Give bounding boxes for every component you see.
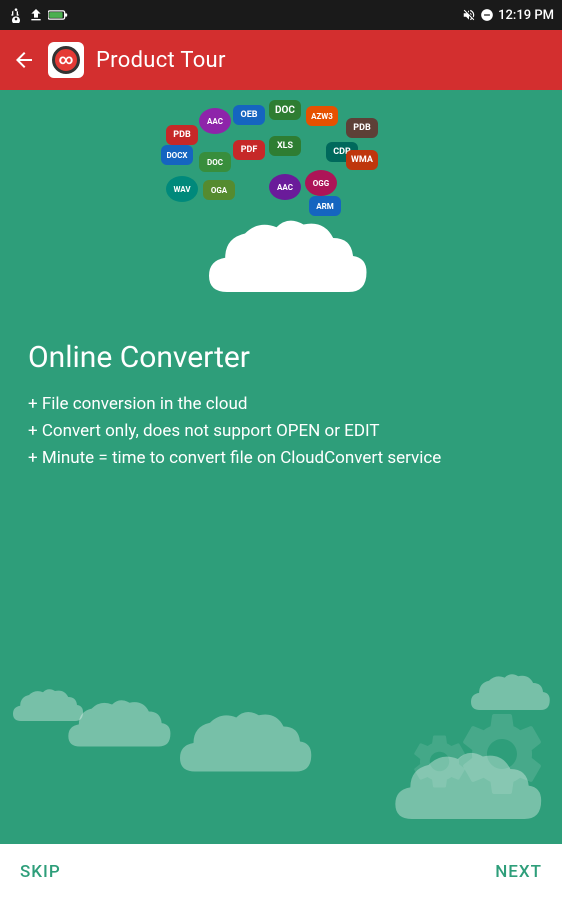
badge-aac1: AAC [199,108,231,134]
app-icon-inner [52,46,80,74]
feature-item-2: + Convert only, does not support OPEN or… [28,418,534,445]
usb-icon [8,7,24,23]
badge-doc1: DOC [269,100,301,120]
status-time: 12:19 PM [498,8,554,23]
feature-item-1: + File conversion in the cloud [28,391,534,418]
gear-icon-small [407,729,472,794]
badge-pdf: PDF [233,140,265,160]
battery-icon [48,7,68,23]
feature-item-3: + Minute = time to convert file on Cloud… [28,445,534,472]
app-icon [48,42,84,78]
back-button[interactable] [12,48,36,72]
deco-cloud-1 [5,684,85,734]
badge-wav: WAV [166,176,198,202]
badge-xls: XLS [269,136,301,156]
badge-azw3: AZW3 [306,106,338,126]
badge-aac2: AAC [269,174,301,200]
badge-pdb1: PDB [166,125,198,145]
badge-oeb: OEB [233,105,265,125]
badge-docx: DOCX [161,145,193,165]
badge-ogg: OGG [305,170,337,196]
do-not-disturb-icon [480,8,494,22]
deco-cloud-3 [150,704,330,794]
next-button[interactable]: NEXT [495,862,542,882]
upload-icon [28,7,44,23]
status-bar: 12:19 PM [0,0,562,30]
status-left-icons [8,7,68,23]
badge-pdb2: PDB [346,118,378,138]
badge-doc2: DOC [199,152,231,172]
app-bar-title: Product Tour [96,48,226,73]
cloud-area: PDB AAC OEB DOC AZW3 PDB DOCX DOC PDF XL… [0,90,562,320]
skip-button[interactable]: SKIP [20,862,61,882]
deco-cloud-2 [55,694,175,764]
badge-wma: WMA [346,150,378,170]
status-right-info: 12:19 PM [462,8,554,23]
bottom-bar: SKIP NEXT [0,844,562,900]
mute-icon [462,8,476,22]
badge-oga: OGA [203,180,235,200]
feature-list: + File conversion in the cloud + Convert… [28,391,534,473]
main-content: PDB AAC OEB DOC AZW3 PDB DOCX DOC PDF XL… [0,90,562,844]
app-bar: Product Tour [0,30,562,90]
text-area: Online Converter + File conversion in th… [0,320,562,483]
main-cloud [191,210,371,320]
section-title: Online Converter [28,340,534,375]
